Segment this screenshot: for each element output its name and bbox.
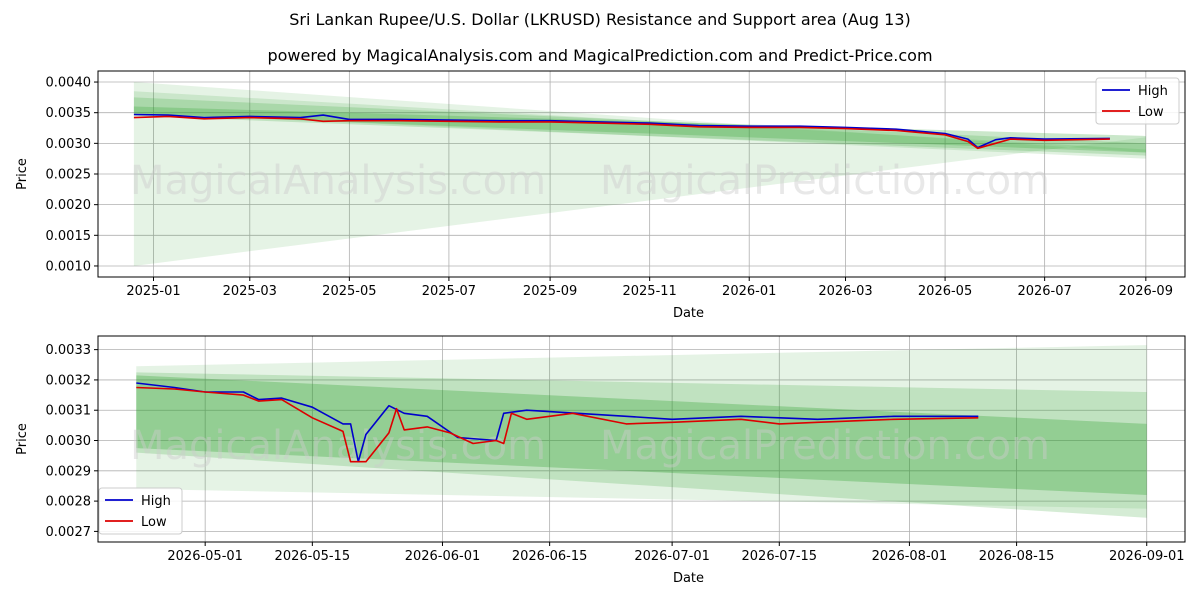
x-tick-label: 2026-07-15 — [742, 549, 818, 564]
y-tick-label: 0.0010 — [46, 259, 92, 274]
y-axis-label: Price — [15, 423, 30, 455]
legend-label-high: High — [141, 494, 171, 509]
y-tick-label: 0.0028 — [46, 495, 92, 510]
charts-canvas: MagicalAnalysis.com MagicalPrediction.com… — [15, 70, 1186, 586]
y-axis-label: Price — [15, 158, 30, 190]
y-tick-label: 0.0035 — [46, 106, 92, 121]
x-tick-label: 2026-09 — [1119, 284, 1173, 299]
x-tick-label: 2025-09 — [523, 284, 577, 299]
x-tick-label: 2026-07 — [1017, 284, 1071, 299]
x-tick-label: 2026-03 — [818, 284, 872, 299]
x-tick-label: 2026-05-15 — [275, 549, 351, 564]
x-tick-label: 2026-07-01 — [634, 549, 710, 564]
y-tick-label: 0.0025 — [46, 168, 92, 183]
x-tick-label: 2026-09-01 — [1109, 549, 1185, 564]
legend-label-high: High — [1138, 84, 1168, 99]
legend-label-low: Low — [1138, 105, 1164, 120]
x-tick-label: 2025-03 — [223, 284, 277, 299]
x-tick-label: 2025-05 — [322, 284, 376, 299]
watermark-text: MagicalAnalysis.com — [130, 158, 546, 204]
watermark-text: MagicalPrediction.com — [600, 423, 1050, 469]
y-tick-label: 0.0020 — [46, 198, 92, 213]
x-tick-label: 2026-05 — [918, 284, 972, 299]
chart-1: MagicalAnalysis.com MagicalPrediction.com… — [15, 70, 1186, 321]
y-tick-label: 0.0032 — [46, 373, 92, 388]
x-tick-label: 2025-01 — [126, 284, 180, 299]
legend: High Low — [98, 487, 183, 535]
x-axis-label: Date — [673, 306, 704, 321]
x-axis-label: Date — [673, 571, 704, 586]
x-tick-label: 2026-06-01 — [405, 549, 481, 564]
x-tick-label: 2025-11 — [622, 284, 676, 299]
y-tick-label: 0.0030 — [46, 434, 92, 449]
legend: High Low — [1095, 77, 1180, 125]
x-tick-label: 2026-06-15 — [512, 549, 588, 564]
y-tick-label: 0.0027 — [46, 525, 92, 540]
x-tick-label: 2025-07 — [422, 284, 476, 299]
x-tick-label: 2026-08-01 — [872, 549, 948, 564]
y-tick-label: 0.0015 — [46, 229, 92, 244]
chart-2: MagicalAnalysis.com MagicalPrediction.com… — [15, 335, 1186, 586]
x-tick-label: 2026-05-01 — [167, 549, 243, 564]
y-tick-label: 0.0029 — [46, 464, 92, 479]
legend-label-low: Low — [141, 515, 167, 530]
x-tick-label: 2026-08-15 — [979, 549, 1055, 564]
y-tick-label: 0.0040 — [46, 76, 92, 91]
x-tick-label: 2026-01 — [722, 284, 776, 299]
watermark-text: MagicalPrediction.com — [600, 158, 1050, 204]
y-tick-label: 0.0033 — [46, 343, 92, 358]
y-tick-label: 0.0030 — [46, 137, 92, 152]
y-tick-label: 0.0031 — [46, 404, 92, 419]
